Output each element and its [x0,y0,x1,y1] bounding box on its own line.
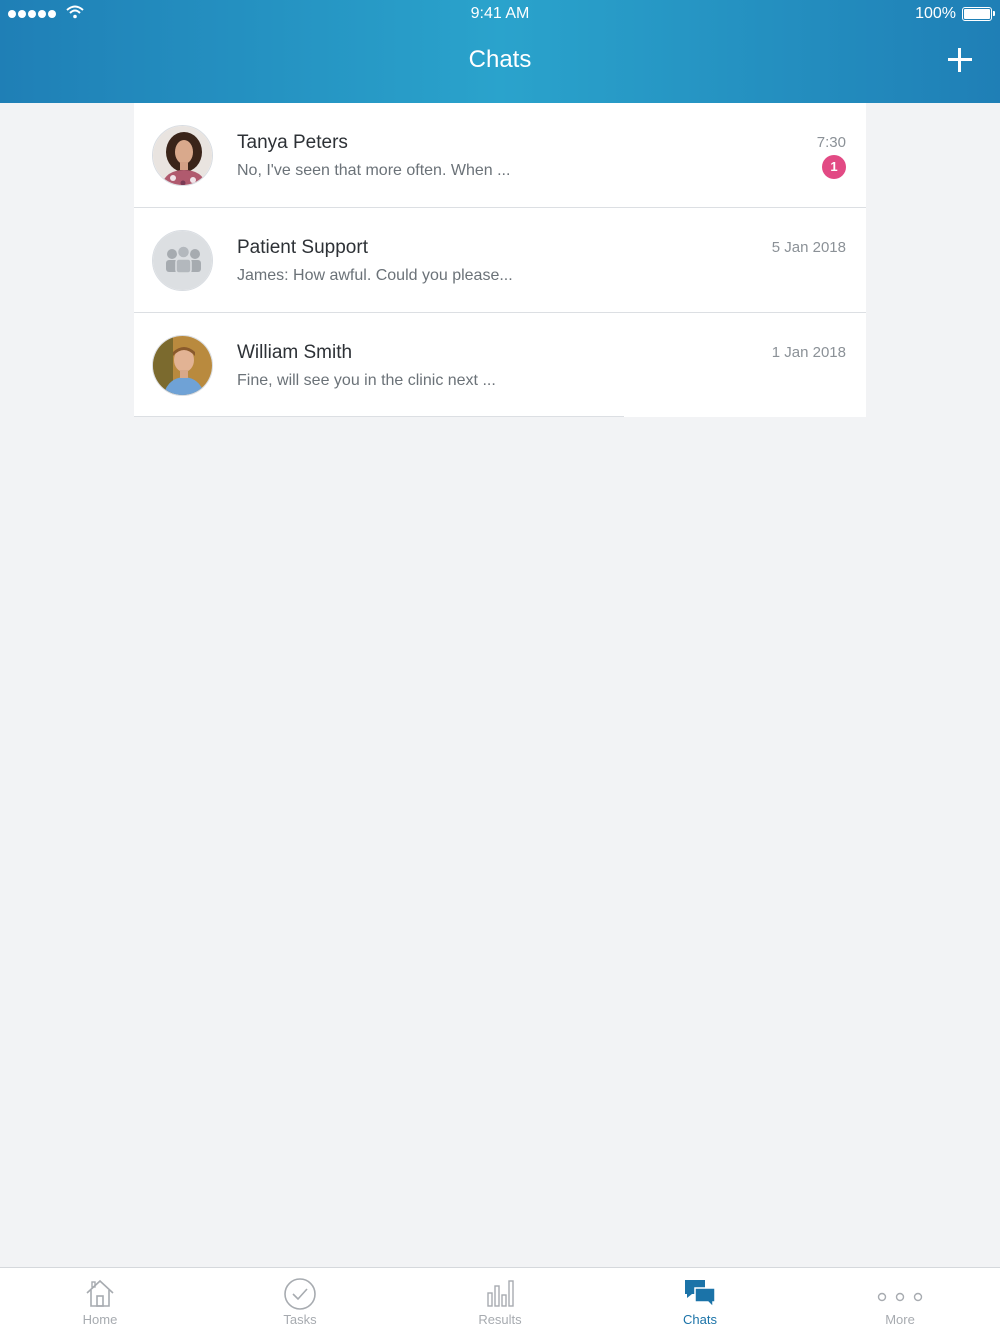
chat-name: Patient Support [237,237,368,258]
status-bar: 9:41 AM 100% [0,0,1000,28]
chat-name: Tanya Peters [237,132,348,153]
page-title: Chats [468,46,532,73]
chat-time: 7:30 [816,134,846,151]
check-circle-icon [284,1278,316,1310]
chat-list: Tanya Peters No, I've seen that more oft… [134,103,866,417]
more-dots-icon [877,1292,923,1302]
new-chat-button[interactable] [946,46,974,74]
tab-label: Results [478,1312,522,1327]
chat-preview: Fine, will see you in the clinic next ..… [237,372,496,389]
tab-bar: Home Tasks Results Chats More [0,1267,1000,1334]
tab-tasks[interactable]: Tasks [200,1268,400,1334]
group-avatar [152,230,213,291]
home-icon [86,1279,114,1307]
tab-home[interactable]: Home [0,1268,200,1334]
chat-preview: James: How awful. Could you please... [237,267,513,284]
chat-item-tanya-peters[interactable]: Tanya Peters No, I've seen that more oft… [134,103,866,208]
tab-label: Home [82,1312,118,1327]
tab-label: More [885,1312,915,1327]
chat-item-william-smith[interactable]: William Smith Fine, will see you in the … [134,313,866,417]
chat-name: William Smith [237,342,353,363]
chat-item-patient-support[interactable]: Patient Support James: How awful. Could … [134,208,866,313]
tab-chats[interactable]: Chats [600,1268,800,1334]
bar-chart-icon [487,1280,514,1307]
chat-bubbles-icon [685,1280,716,1309]
battery-percentage: 100% [915,5,956,22]
status-time: 9:41 AM [470,5,530,22]
battery-icon [962,7,995,21]
app-header: 9:41 AM 100% Chats [0,0,1000,103]
chat-preview: No, I've seen that more often. When ... [237,162,511,179]
tab-label: Tasks [283,1312,317,1327]
chat-date: 1 Jan 2018 [771,344,846,361]
tab-label: Chats [683,1312,717,1327]
chat-date: 5 Jan 2018 [771,239,846,256]
avatar [152,335,213,396]
tab-more[interactable]: More [800,1268,1000,1334]
avatar [152,125,213,186]
unread-badge: 1 [822,155,846,179]
group-icon [153,231,212,290]
tab-results[interactable]: Results [400,1268,600,1334]
